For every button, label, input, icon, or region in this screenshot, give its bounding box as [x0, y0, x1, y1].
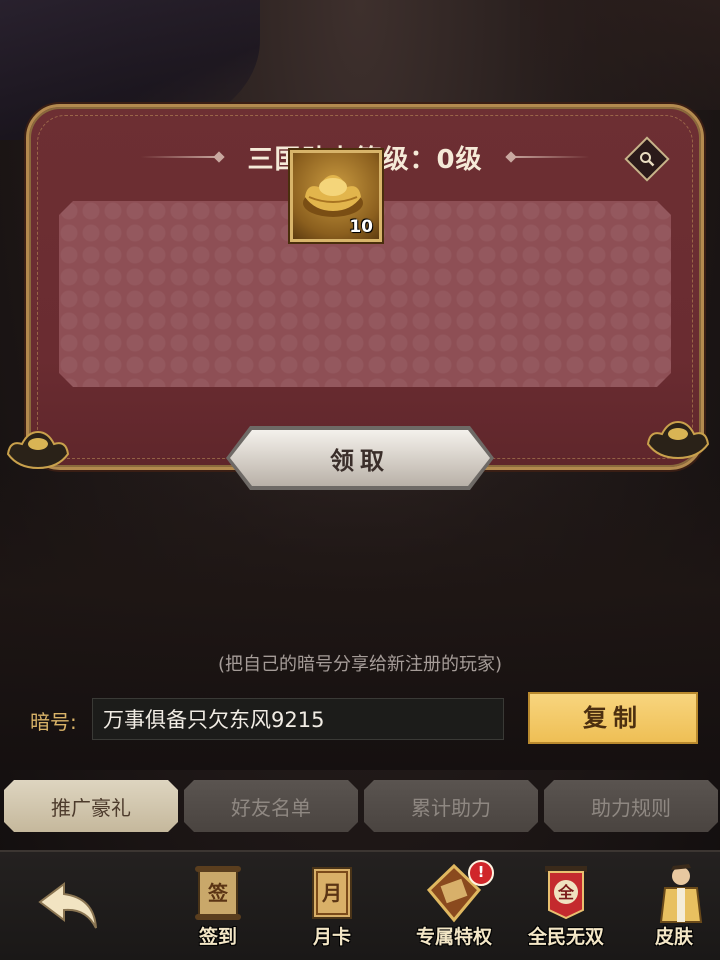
- code-label: 暗号:: [30, 710, 77, 734]
- skin-character-icon: [638, 858, 710, 928]
- nav-item-sign-in[interactable]: 签 签到: [168, 858, 268, 958]
- notification-badge: !: [468, 860, 494, 886]
- copy-button[interactable]: 复制: [528, 692, 698, 744]
- title-ornament-right: [508, 156, 589, 158]
- nav-item-skin[interactable]: 皮肤: [624, 858, 720, 958]
- svg-text:签: 签: [207, 881, 229, 905]
- tab-assist-rules[interactable]: 助力规则: [544, 780, 718, 832]
- nav-label-skin: 皮肤: [654, 926, 693, 948]
- corner-ingot-right-icon: [646, 420, 710, 460]
- nav-label-privilege: 专属特权: [415, 926, 492, 948]
- nav-label-all-peerless: 全民无双: [527, 926, 604, 948]
- tab-friend-list[interactable]: 好友名单: [184, 780, 358, 832]
- reward-item-slot[interactable]: 10: [290, 150, 382, 242]
- tab-cumulative-assist[interactable]: 累计助力: [364, 780, 538, 832]
- game-screen: 三国助力等级：0级 10 领取 (把自己的暗号分享给新注册的玩家): [0, 0, 720, 960]
- share-hint: (把自己的暗号分享给新注册的玩家): [217, 654, 503, 675]
- corner-ingot-left-icon: [6, 430, 70, 470]
- nav-label-month-card: 月卡: [312, 926, 351, 948]
- nav-item-month-card[interactable]: 月 月卡: [282, 858, 382, 958]
- banner-icon: 全: [530, 858, 602, 928]
- tab-bar: 推广豪礼 好友名单 累计助力 助力规则: [4, 780, 718, 832]
- bottom-nav-bar: 签 签到 月 月卡 ! 专属特权 全 全民无双 皮肤: [0, 850, 720, 960]
- title-ornament-left: [141, 156, 222, 158]
- claim-button[interactable]: 领取: [230, 430, 490, 486]
- nav-item-all-peerless[interactable]: 全 全民无双: [516, 858, 616, 958]
- nav-item-privilege[interactable]: ! 专属特权: [404, 858, 504, 958]
- reward-item-count: 10: [349, 217, 373, 237]
- svg-text:全: 全: [557, 883, 575, 902]
- tab-promotion-gift[interactable]: 推广豪礼: [4, 780, 178, 832]
- month-card-icon: 月: [296, 858, 368, 928]
- back-arrow-icon[interactable]: [34, 878, 104, 934]
- svg-text:月: 月: [321, 881, 342, 905]
- nav-label-sign-in: 签到: [198, 926, 237, 948]
- background-decoration: [520, 0, 720, 110]
- code-field[interactable]: 万事俱备只欠东风9215: [92, 698, 504, 740]
- magnifier-icon: [640, 152, 655, 167]
- sign-in-scroll-icon: 签: [182, 858, 254, 928]
